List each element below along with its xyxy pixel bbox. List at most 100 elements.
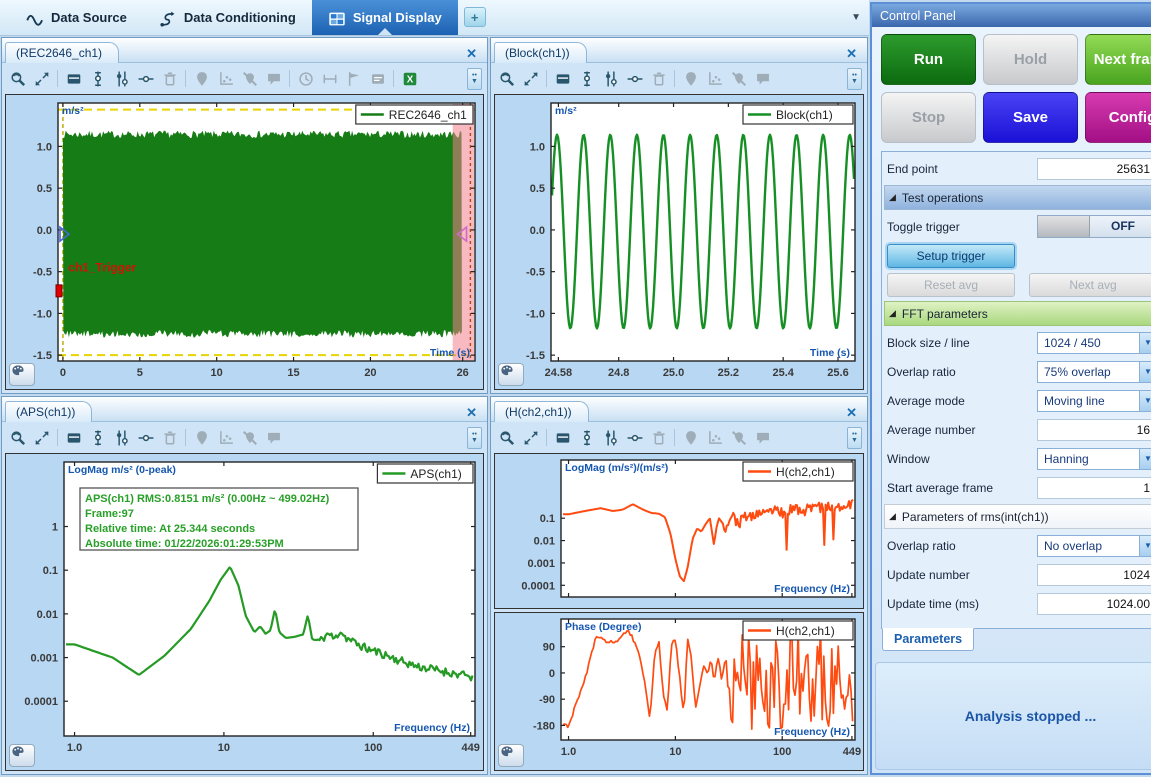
palette-button[interactable] — [9, 744, 35, 767]
top-tab-data-source[interactable]: Data Source — [10, 0, 143, 35]
note-icon[interactable] — [367, 68, 388, 89]
save-button[interactable]: Save — [983, 92, 1078, 143]
hold-button[interactable]: Hold — [983, 34, 1078, 85]
panel-rec-tab[interactable]: (REC2646_ch1) — [5, 42, 119, 63]
pin-off-icon[interactable] — [728, 68, 749, 89]
zoom-refresh-icon[interactable] — [7, 68, 28, 89]
fit-expand-icon[interactable] — [520, 68, 541, 89]
scatter-icon[interactable] — [704, 427, 725, 448]
fit-expand-icon[interactable] — [31, 68, 52, 89]
speech-bubble-icon[interactable] — [263, 68, 284, 89]
top-tab-data-conditioning[interactable]: Data Conditioning — [143, 0, 312, 35]
vertical-cursor-icon[interactable] — [87, 68, 108, 89]
horizontal-cursor-icon[interactable] — [624, 427, 645, 448]
chevron-down-icon[interactable]: ▼ — [1139, 449, 1151, 469]
pin-marker-icon[interactable] — [680, 427, 701, 448]
scatter-icon[interactable] — [215, 68, 236, 89]
zoom-refresh-icon[interactable] — [7, 427, 28, 448]
undo-delete-icon[interactable] — [159, 68, 180, 89]
display-icon[interactable] — [552, 427, 573, 448]
close-icon[interactable]: ✕ — [458, 44, 487, 62]
pin-off-icon[interactable] — [239, 427, 260, 448]
horizontal-cursor-icon[interactable] — [135, 427, 156, 448]
field-value[interactable]: 1 — [1037, 477, 1151, 499]
flag-icon[interactable] — [343, 68, 364, 89]
close-icon[interactable]: ✕ — [838, 403, 867, 421]
speech-bubble-icon[interactable] — [263, 427, 284, 448]
section-test-operations[interactable]: ◢Test operations — [884, 185, 1151, 210]
top-tab-signal-display[interactable]: Signal Display — [312, 0, 458, 35]
display-icon[interactable] — [63, 427, 84, 448]
vertical-cursor-icon[interactable] — [576, 68, 597, 89]
dropdown[interactable]: 1024 / 450▼ — [1037, 332, 1151, 354]
display-icon[interactable] — [63, 68, 84, 89]
palette-button[interactable] — [498, 363, 524, 386]
dropdown[interactable]: 75% overlap▼ — [1037, 361, 1151, 383]
h-magnitude-plot[interactable]: 0.10.010.0010.0001LogMag (m/s²)/(m/s²)Fr… — [495, 454, 863, 607]
marker-sliders-icon[interactable] — [600, 68, 621, 89]
field-value[interactable]: 1024 — [1037, 564, 1151, 586]
tab-parameters[interactable]: Parameters — [882, 628, 974, 651]
zoom-refresh-icon[interactable] — [496, 427, 517, 448]
h-phase-plot[interactable]: 1.010100449900-90-180Phase (Degree)Frequ… — [495, 613, 863, 770]
undo-delete-icon[interactable] — [648, 427, 669, 448]
fit-expand-icon[interactable] — [31, 427, 52, 448]
speech-bubble-icon[interactable] — [752, 68, 773, 89]
add-display-button[interactable]: + — [464, 7, 486, 27]
zoom-refresh-icon[interactable] — [496, 68, 517, 89]
undo-delete-icon[interactable] — [648, 68, 669, 89]
palette-button[interactable] — [9, 363, 35, 386]
toggle-knob[interactable] — [1038, 216, 1090, 237]
dropdown[interactable]: Moving line▼ — [1037, 390, 1151, 412]
horizontal-cursor-icon[interactable] — [135, 68, 156, 89]
chevron-down-icon[interactable]: ▼ — [1139, 536, 1151, 556]
chevron-down-icon[interactable]: ▼ — [1139, 362, 1151, 382]
vertical-cursor-icon[interactable] — [576, 427, 597, 448]
pin-marker-icon[interactable] — [191, 68, 212, 89]
undo-delete-icon[interactable] — [159, 427, 180, 448]
dropdown[interactable]: No overlap▼ — [1037, 535, 1151, 557]
speech-bubble-icon[interactable] — [752, 427, 773, 448]
clock-icon[interactable] — [295, 68, 316, 89]
field-value[interactable]: 1024.00 — [1037, 593, 1151, 615]
aps-spectrum-plot[interactable]: 1.01010044910.10.010.0010.0001LogMag m/s… — [6, 454, 483, 770]
stop-button[interactable]: Stop — [881, 92, 976, 143]
block-time-plot[interactable]: 24.5824.825.025.225.425.61.00.50.0-0.5-1… — [495, 95, 863, 389]
toolbar-overflow-button[interactable]: ••▼ — [467, 68, 482, 90]
section-parameters-of-rms-int-ch1-[interactable]: ◢Parameters of rms(int(ch1)) — [884, 504, 1151, 529]
scatter-icon[interactable] — [215, 427, 236, 448]
field-value[interactable]: 25631 — [1037, 158, 1151, 180]
chevron-down-icon[interactable]: ▼ — [1139, 391, 1151, 411]
dropdown[interactable]: Hanning▼ — [1037, 448, 1151, 470]
rec-time-plot[interactable]: 05101520261.00.50.0-0.5-1.0-1.5m/s²Time … — [6, 95, 483, 389]
section-fft-parameters[interactable]: ◢FFT parameters — [884, 301, 1151, 326]
marker-sliders-icon[interactable] — [111, 68, 132, 89]
pin-off-icon[interactable] — [239, 68, 260, 89]
fit-expand-icon[interactable] — [520, 427, 541, 448]
panel-aps-tab[interactable]: (APS(ch1)) — [5, 401, 92, 422]
toolbar-overflow-button[interactable]: ••▼ — [467, 427, 482, 449]
pin-marker-icon[interactable] — [191, 427, 212, 448]
next-frame-button[interactable]: Next frame — [1085, 34, 1151, 85]
trigger-toggle[interactable]: OFF — [1037, 215, 1151, 238]
toolbar-overflow-button[interactable]: ••▼ — [847, 68, 862, 90]
next-avg-button[interactable]: Next avg — [1029, 273, 1151, 297]
marker-sliders-icon[interactable] — [600, 427, 621, 448]
close-icon[interactable]: ✕ — [838, 44, 867, 62]
toolbar-overflow-button[interactable]: ••▼ — [847, 427, 862, 449]
close-icon[interactable]: ✕ — [458, 403, 487, 421]
vertical-cursor-icon[interactable] — [87, 427, 108, 448]
config-button[interactable]: Config — [1085, 92, 1151, 143]
palette-button[interactable] — [498, 744, 524, 767]
chevron-down-icon[interactable]: ▼ — [1139, 333, 1151, 353]
run-button[interactable]: Run — [881, 34, 976, 85]
reset-avg-button[interactable]: Reset avg — [887, 273, 1015, 297]
pin-marker-icon[interactable] — [680, 68, 701, 89]
panel-block-tab[interactable]: (Block(ch1)) — [494, 42, 587, 63]
setup-trigger-button[interactable]: Setup trigger — [887, 244, 1015, 268]
panel-h-tab[interactable]: (H(ch2,ch1)) — [494, 401, 589, 422]
scatter-icon[interactable] — [704, 68, 725, 89]
excel-export-icon[interactable]: X — [399, 68, 420, 89]
pin-off-icon[interactable] — [728, 427, 749, 448]
measure-icon[interactable] — [319, 68, 340, 89]
